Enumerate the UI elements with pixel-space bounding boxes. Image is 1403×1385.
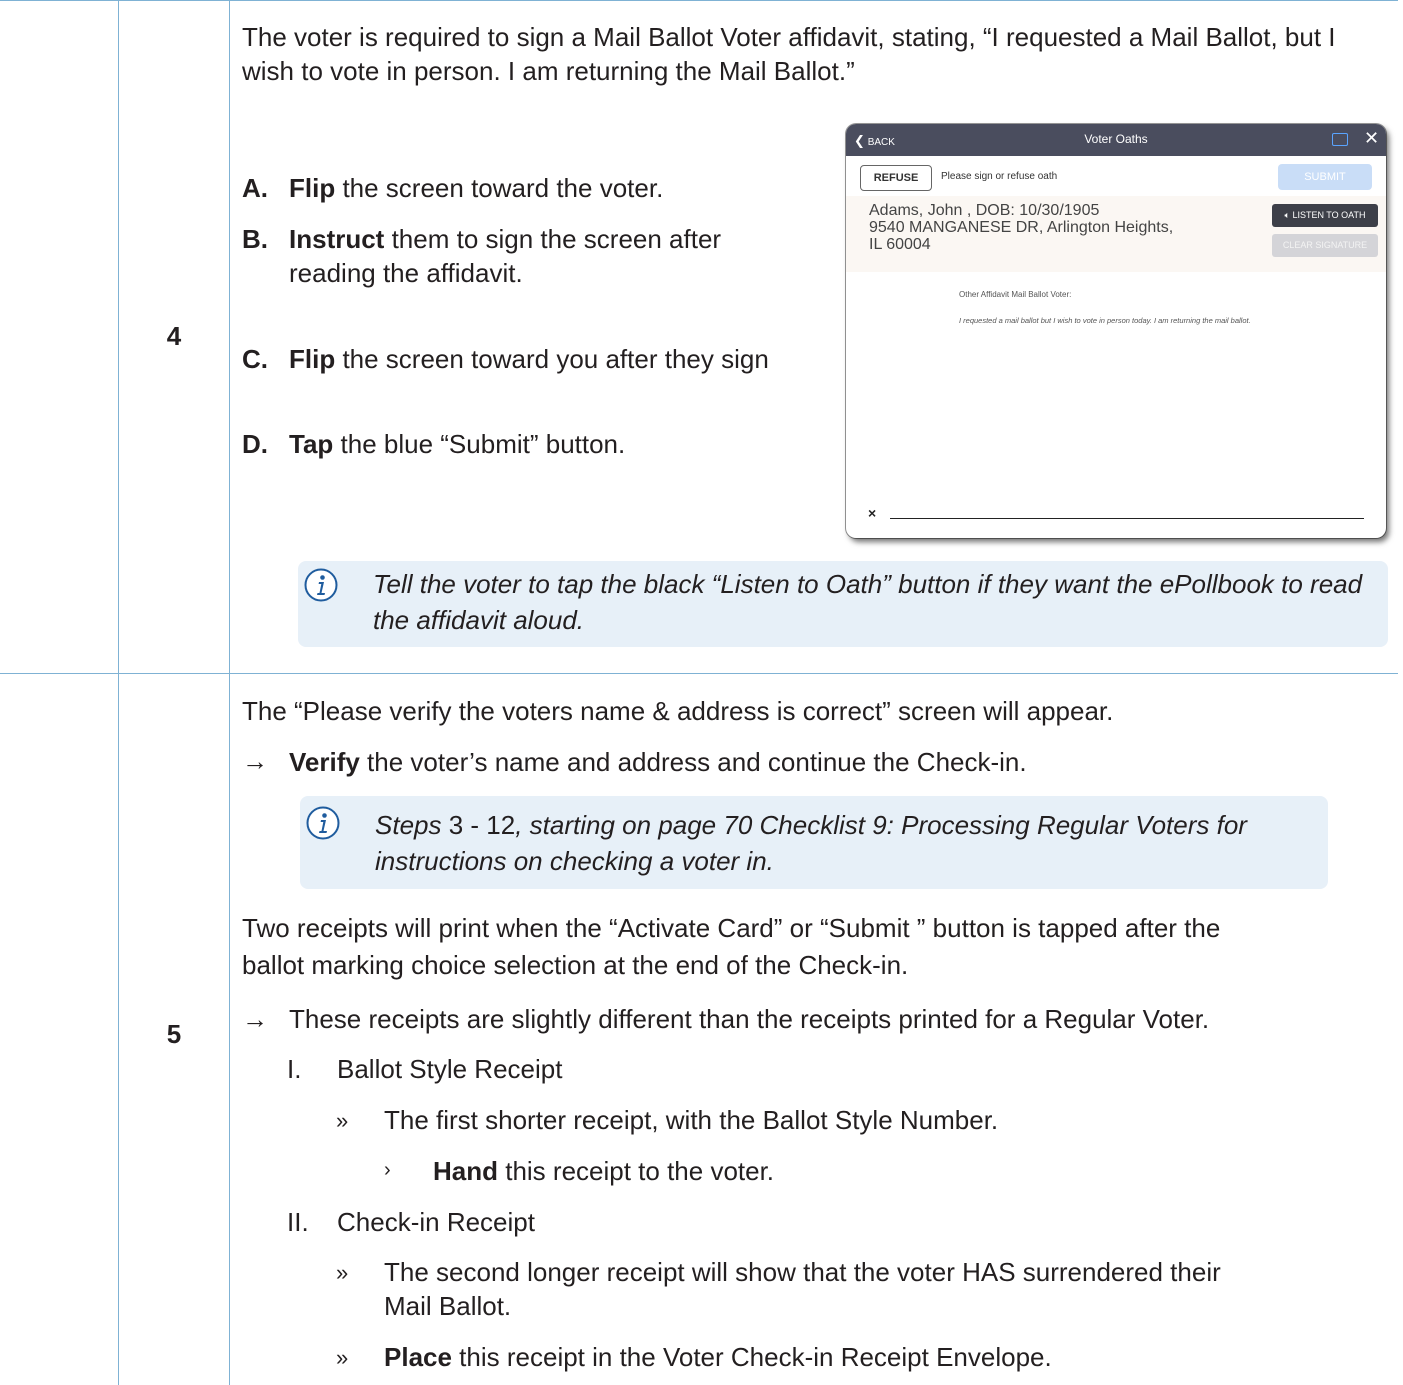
bullet-icon: » bbox=[336, 1108, 349, 1133]
speaker-icon: 🔈︎ bbox=[1284, 210, 1290, 220]
signature-x-mark: × bbox=[868, 505, 877, 521]
item-action: Tap bbox=[289, 429, 334, 459]
verify-text: the voter’s name and address and continu… bbox=[359, 747, 1027, 777]
receipt-1-action: Hand this receipt to the voter. bbox=[433, 1156, 775, 1186]
listen-to-oath-button[interactable]: 🔈︎ LISTEN TO OATH bbox=[1272, 204, 1378, 227]
voter-name-dob: Adams, John , DOB: 10/30/1905 bbox=[869, 202, 1100, 219]
item-text: the screen toward you after they sign bbox=[335, 344, 769, 374]
oath-prompt: Please sign or refuse oath bbox=[941, 171, 1058, 182]
step-number-4: 4 bbox=[166, 321, 182, 351]
clear-signature-button[interactable]: CLEAR SIGNATURE bbox=[1272, 234, 1378, 257]
submit-button[interactable]: SUBMIT bbox=[1278, 164, 1372, 190]
signature-line[interactable] bbox=[890, 518, 1364, 519]
item-action: Flip bbox=[289, 344, 336, 374]
bullet-icon: » bbox=[336, 1345, 349, 1370]
refuse-button[interactable]: REFUSE bbox=[860, 165, 932, 191]
note-text: Tell the voter to tap the black “Listen … bbox=[373, 569, 1363, 635]
receipt-2-title: Check-in Receipt bbox=[337, 1207, 535, 1237]
step5-intro: The “Please verify the voters name & add… bbox=[242, 696, 1114, 726]
screen-header: ❮ BACK Voter Oaths ✕ bbox=[846, 124, 1386, 156]
item-action: Flip bbox=[289, 173, 336, 203]
step5-verify: Verify the voter’s name and address and … bbox=[289, 745, 1389, 779]
affidavit-label: Other Affidavit Mail Ballot Voter: bbox=[959, 290, 1072, 299]
bullet-icon: » bbox=[336, 1260, 349, 1285]
sub-bullet-icon: › bbox=[384, 1159, 391, 1181]
step4-intro: The voter is required to sign a Mail Bal… bbox=[242, 22, 1336, 86]
voter-oaths-screenshot: ❮ BACK Voter Oaths ✕ REFUSE Please sign … bbox=[846, 124, 1386, 538]
verify-action: Verify bbox=[289, 747, 360, 777]
affidavit-text: I requested a mail ballot but I wish to … bbox=[959, 316, 1251, 325]
info-icon bbox=[304, 568, 338, 602]
item-letter: B. bbox=[242, 224, 268, 254]
note-reference-cont: instructions on checking a voter in. bbox=[375, 846, 774, 876]
voter-city: IL 60004 bbox=[869, 236, 931, 253]
note-text: Steps 3 - 12, starting on page 70 Checkl… bbox=[375, 807, 1325, 879]
row-divider bbox=[0, 673, 1398, 674]
receipt-1-number: I. bbox=[287, 1054, 302, 1084]
step-number-5: 5 bbox=[166, 1019, 182, 1049]
screen-title: Voter Oaths bbox=[1084, 132, 1148, 146]
item-letter: C. bbox=[242, 344, 268, 374]
close-icon[interactable]: ✕ bbox=[1364, 129, 1379, 147]
table-left-border bbox=[118, 0, 119, 1385]
item-action: Instruct bbox=[289, 224, 385, 254]
item-letter: D. bbox=[242, 429, 268, 459]
item-letter: A. bbox=[242, 173, 268, 203]
step5-receipts-diff: These receipts are slightly different th… bbox=[289, 1004, 1210, 1034]
info-icon bbox=[306, 806, 340, 840]
note-reference: , starting on page 70 Checklist 9: Proce… bbox=[515, 810, 1247, 840]
receipt-2-number: II. bbox=[287, 1207, 309, 1237]
note-steps: Steps bbox=[375, 810, 442, 840]
screen-mirror-icon[interactable] bbox=[1332, 133, 1348, 146]
step5-receipts-intro: Two receipts will print when the “Activa… bbox=[242, 913, 1221, 980]
item-text: the blue “Submit” button. bbox=[333, 429, 626, 459]
receipt-1-description: The first shorter receipt, with the Ball… bbox=[384, 1105, 999, 1135]
step4-info-note: Tell the voter to tap the black “Listen … bbox=[298, 561, 1388, 647]
voter-address: 9540 MANGANESE DR, Arlington Heights, bbox=[869, 219, 1174, 236]
arrow-icon: → bbox=[242, 746, 268, 776]
receipt-2-description: The second longer receipt will show that… bbox=[384, 1257, 1221, 1321]
receipt-1-title: Ballot Style Receipt bbox=[337, 1054, 563, 1084]
arrow-icon: → bbox=[242, 1004, 268, 1034]
column-divider bbox=[229, 0, 230, 1385]
step5-info-note: Steps 3 - 12, starting on page 70 Checkl… bbox=[300, 796, 1328, 889]
receipt-2-action: Place this receipt in the Voter Check-in… bbox=[384, 1342, 1052, 1372]
item-text: the screen toward the voter. bbox=[335, 173, 664, 203]
voter-info: Adams, John , DOB: 10/30/1905 9540 MANGA… bbox=[869, 202, 1229, 253]
note-step-range: 3 - 12 bbox=[441, 810, 516, 840]
table-top-border bbox=[0, 0, 1398, 1]
